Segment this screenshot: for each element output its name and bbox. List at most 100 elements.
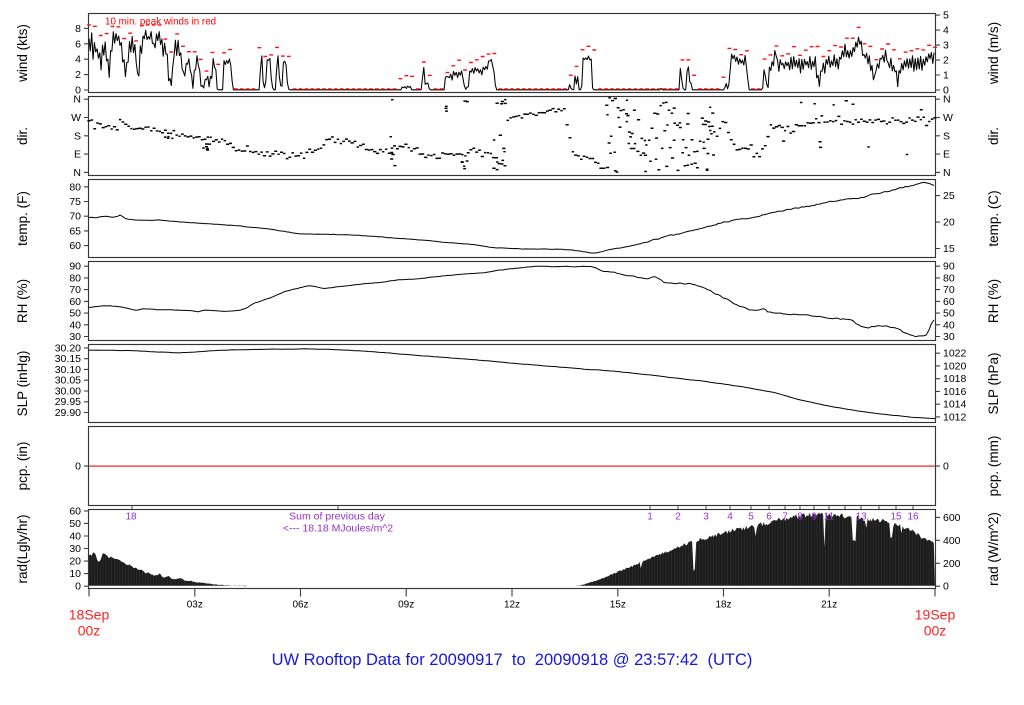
svg-text:400: 400	[943, 535, 961, 547]
svg-text:1: 1	[647, 512, 653, 523]
svg-text:1018: 1018	[943, 373, 967, 385]
svg-text:8: 8	[797, 512, 803, 523]
svg-text:20: 20	[69, 556, 81, 568]
svg-text:N: N	[73, 94, 81, 106]
svg-text:6: 6	[75, 38, 81, 50]
svg-text:29.95: 29.95	[55, 396, 81, 408]
svg-text:13: 13	[855, 512, 867, 523]
svg-text:11: 11	[824, 512, 835, 523]
svg-text:SLP (hPa): SLP (hPa)	[986, 352, 1001, 414]
svg-text:600: 600	[943, 512, 961, 524]
svg-text:7: 7	[782, 512, 788, 523]
svg-text:03z: 03z	[187, 600, 203, 611]
svg-text:S: S	[74, 130, 81, 142]
svg-text:1016: 1016	[943, 386, 967, 398]
svg-text:60: 60	[69, 505, 81, 517]
svg-text:60: 60	[69, 240, 81, 252]
svg-text:30.05: 30.05	[55, 375, 81, 387]
svg-text:70: 70	[69, 284, 81, 296]
svg-text:80: 80	[69, 181, 81, 193]
svg-text:200: 200	[943, 558, 961, 570]
svg-text:40: 40	[69, 319, 81, 331]
svg-text:20: 20	[943, 217, 955, 229]
svg-text:W: W	[71, 112, 81, 124]
svg-text:50: 50	[69, 308, 81, 320]
svg-text:30.15: 30.15	[55, 353, 81, 365]
svg-text:12z: 12z	[504, 600, 520, 611]
svg-text:30: 30	[69, 331, 81, 343]
svg-text:W: W	[943, 112, 953, 124]
svg-text:rad(Lgly/hr): rad(Lgly/hr)	[15, 514, 30, 583]
svg-text:70: 70	[943, 284, 955, 296]
svg-text:00z: 00z	[78, 623, 101, 639]
svg-text:0: 0	[943, 461, 949, 473]
svg-text:N: N	[943, 167, 951, 179]
svg-text:rad (W/m^2): rad (W/m^2)	[986, 512, 1001, 586]
svg-text:3: 3	[943, 40, 949, 52]
svg-text:pcp. (in): pcp. (in)	[15, 442, 30, 491]
svg-text:2: 2	[675, 512, 681, 523]
svg-text:E: E	[74, 149, 81, 161]
svg-text:50: 50	[943, 308, 955, 320]
svg-text:1020: 1020	[943, 360, 967, 372]
svg-text:RH (%): RH (%)	[986, 279, 1001, 323]
svg-text:dir.: dir.	[15, 127, 30, 145]
svg-text:1: 1	[943, 70, 949, 82]
svg-text:80: 80	[943, 272, 955, 284]
svg-text:21z: 21z	[821, 600, 837, 611]
svg-text:19Sep: 19Sep	[915, 607, 956, 623]
svg-text:1012: 1012	[943, 411, 967, 423]
svg-text:60: 60	[943, 296, 955, 308]
svg-text:18: 18	[125, 512, 137, 523]
svg-text:2: 2	[943, 55, 949, 67]
svg-text:N: N	[73, 167, 81, 179]
svg-text:8: 8	[75, 23, 81, 35]
svg-text:1022: 1022	[943, 348, 967, 360]
svg-text:temp. (F): temp. (F)	[15, 191, 30, 246]
svg-text:18z: 18z	[715, 600, 731, 611]
svg-text:10 min. peak winds in red: 10 min. peak winds in red	[105, 17, 216, 28]
svg-text:4: 4	[943, 25, 949, 37]
svg-text:wind (m/s): wind (m/s)	[986, 22, 1001, 85]
svg-text:0: 0	[943, 581, 949, 593]
svg-text:5: 5	[943, 10, 949, 22]
svg-text:0: 0	[75, 581, 81, 593]
svg-text:E: E	[943, 149, 950, 161]
svg-text:50: 50	[69, 518, 81, 530]
svg-text:S: S	[943, 130, 950, 142]
svg-text:80: 80	[69, 272, 81, 284]
svg-text:30: 30	[943, 331, 955, 343]
svg-text:75: 75	[69, 196, 81, 208]
svg-text:29.90: 29.90	[55, 407, 81, 419]
svg-text:30.20: 30.20	[55, 342, 81, 354]
svg-text:40: 40	[943, 319, 955, 331]
svg-text:30.00: 30.00	[55, 386, 81, 398]
svg-text:9: 9	[811, 512, 817, 523]
svg-text:<--- 18.18 MJoules/m^2: <--- 18.18 MJoules/m^2	[283, 523, 393, 535]
svg-text:RH (%): RH (%)	[15, 279, 30, 323]
svg-text:18Sep: 18Sep	[69, 607, 110, 623]
svg-text:5: 5	[748, 512, 754, 523]
svg-text:90: 90	[69, 261, 81, 273]
svg-text:3: 3	[703, 512, 709, 523]
svg-text:6: 6	[766, 512, 772, 523]
svg-text:90: 90	[943, 261, 955, 273]
svg-text:15: 15	[890, 512, 902, 523]
svg-text:2: 2	[75, 69, 81, 81]
svg-text:N: N	[943, 94, 951, 106]
svg-text:16: 16	[907, 512, 919, 523]
svg-text:pcp. (mm): pcp. (mm)	[986, 436, 1001, 497]
svg-text:4: 4	[727, 512, 733, 523]
svg-text:10: 10	[69, 568, 81, 580]
svg-text:UW Rooftop Data for 20090917: UW Rooftop Data for 20090917 to 20090918…	[272, 651, 753, 669]
svg-text:15: 15	[943, 243, 955, 255]
svg-text:wind (kts): wind (kts)	[15, 24, 30, 83]
svg-text:0: 0	[75, 461, 81, 473]
svg-text:09z: 09z	[398, 600, 414, 611]
svg-text:65: 65	[69, 225, 81, 237]
svg-text:25: 25	[943, 190, 955, 202]
svg-text:1014: 1014	[943, 399, 967, 411]
svg-text:30: 30	[69, 543, 81, 555]
svg-text:temp. (C): temp. (C)	[986, 190, 1001, 246]
svg-text:4: 4	[75, 54, 81, 66]
